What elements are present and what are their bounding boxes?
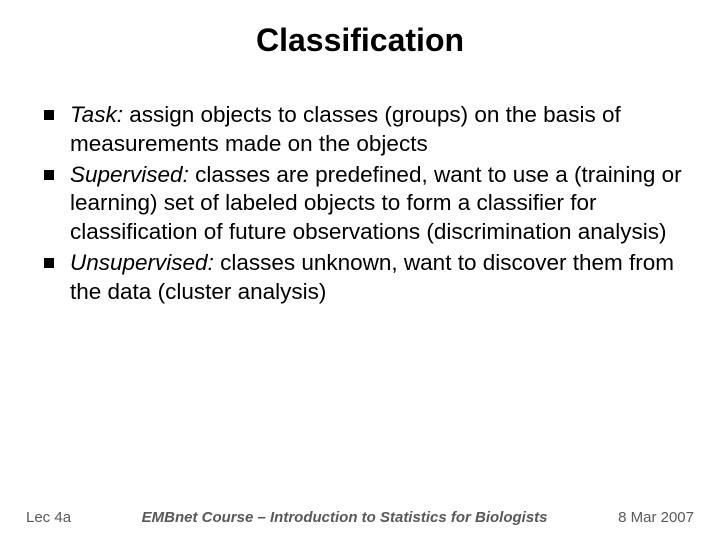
footer-left: Lec 4a (26, 509, 71, 526)
slide-title: Classification (30, 22, 690, 59)
bullet-term: Task: (70, 102, 123, 127)
bullet-term: Supervised: (70, 162, 189, 187)
bullet-text: assign objects to classes (groups) on th… (70, 102, 621, 156)
bullet-term: Unsupervised: (70, 250, 214, 275)
slide: Classification Task: assign objects to c… (0, 0, 720, 540)
list-item: Unsupervised: classes unknown, want to d… (44, 249, 690, 307)
slide-footer: Lec 4a EMBnet Course – Introduction to S… (0, 509, 720, 526)
footer-center: EMBnet Course – Introduction to Statisti… (71, 509, 618, 526)
list-item: Supervised: classes are predefined, want… (44, 161, 690, 247)
footer-right: 8 Mar 2007 (618, 509, 694, 526)
list-item: Task: assign objects to classes (groups)… (44, 101, 690, 159)
bullet-list: Task: assign objects to classes (groups)… (30, 101, 690, 307)
